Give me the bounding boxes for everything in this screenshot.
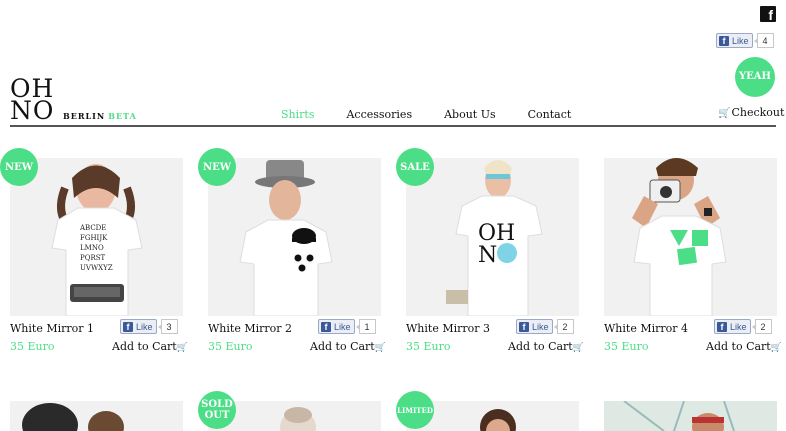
nav-about-us[interactable]: About Us xyxy=(444,108,496,121)
svg-text:ABCDE: ABCDE xyxy=(79,224,106,232)
product-name-1[interactable]: White Mirror 1 xyxy=(10,322,94,335)
cart-icon: 🛒 xyxy=(718,108,731,119)
add-to-cart-label: Add to Cart xyxy=(310,340,375,353)
like-count: 4 xyxy=(753,33,774,48)
header-divider xyxy=(10,125,776,127)
facebook-like-button[interactable]: f Like xyxy=(716,33,753,48)
product-name-3[interactable]: White Mirror 3 xyxy=(406,322,490,335)
svg-text:UVWXYZ: UVWXYZ xyxy=(80,264,113,272)
product-image-4[interactable] xyxy=(604,158,777,316)
product-image-1[interactable]: ABCDE FGHIJK LMNO PQRST UVWXYZ xyxy=(10,158,183,316)
product-badge-6: SOLD OUT xyxy=(198,391,236,429)
product-like-widget-1[interactable]: f Like 3 xyxy=(120,319,178,334)
nav-contact[interactable]: Contact xyxy=(528,108,572,121)
facebook-like-button[interactable]: f Like xyxy=(516,319,553,334)
svg-text:LMNO: LMNO xyxy=(80,244,104,252)
product-badge-3: SALE xyxy=(396,148,434,186)
add-to-cart-1[interactable]: Add to Cart🛒 xyxy=(112,340,188,353)
product-badge-7: LIMITED xyxy=(396,391,434,429)
like-count: 3 xyxy=(157,319,178,334)
product-price-3: 35 Euro xyxy=(406,340,451,353)
product-image-3[interactable]: OH N xyxy=(406,158,579,316)
add-to-cart-label: Add to Cart xyxy=(508,340,573,353)
svg-text:FGHIJK: FGHIJK xyxy=(80,234,108,242)
logo-city: BERLIN xyxy=(63,111,106,121)
nav-shirts[interactable]: Shirts xyxy=(281,108,314,121)
product-badge-2: NEW xyxy=(198,148,236,186)
product-like-widget-2[interactable]: f Like 1 xyxy=(318,319,376,334)
add-to-cart-label: Add to Cart xyxy=(706,340,771,353)
svg-text:N: N xyxy=(478,243,497,268)
product-name-2[interactable]: White Mirror 2 xyxy=(208,322,292,335)
like-label: Like xyxy=(730,321,747,332)
product-price-2: 35 Euro xyxy=(208,340,253,353)
logo-subtitle: BERLIN BETA xyxy=(63,111,137,121)
facebook-like-button[interactable]: f Like xyxy=(318,319,355,334)
main-nav: Shirts Accessories About Us Contact xyxy=(281,108,603,121)
like-label: Like xyxy=(532,321,549,332)
svg-text:PQRST: PQRST xyxy=(80,254,106,262)
facebook-like-button[interactable]: f Like xyxy=(714,319,751,334)
cart-icon: 🛒 xyxy=(572,343,584,353)
product-image-5[interactable] xyxy=(10,401,183,431)
checkout-label: Checkout xyxy=(731,106,785,119)
add-to-cart-4[interactable]: Add to Cart🛒 xyxy=(706,340,782,353)
product-name-4[interactable]: White Mirror 4 xyxy=(604,322,688,335)
nav-accessories[interactable]: Accessories xyxy=(346,108,412,121)
facebook-f-icon: f xyxy=(519,321,529,332)
product-image-8[interactable] xyxy=(604,401,777,431)
add-to-cart-3[interactable]: Add to Cart🛒 xyxy=(508,340,584,353)
product-badge-1: NEW xyxy=(0,148,38,186)
product-price-4: 35 Euro xyxy=(604,340,649,353)
facebook-f-icon: f xyxy=(719,35,729,46)
cart-icon: 🛒 xyxy=(770,343,782,353)
like-count: 2 xyxy=(553,319,574,334)
product-like-widget-4[interactable]: f Like 2 xyxy=(714,319,772,334)
logo-beta: BETA xyxy=(108,111,137,121)
cart-icon: 🛒 xyxy=(374,343,386,353)
yeah-badge[interactable]: YEAH xyxy=(735,57,775,97)
add-to-cart-label: Add to Cart xyxy=(112,340,177,353)
facebook-icon[interactable]: f xyxy=(760,6,776,23)
product-image-2[interactable] xyxy=(208,158,381,316)
facebook-like-widget[interactable]: f Like 4 xyxy=(716,33,774,48)
checkout-link[interactable]: 🛒Checkout xyxy=(718,106,784,119)
facebook-f-icon: f xyxy=(717,321,727,332)
product-price-1: 35 Euro xyxy=(10,340,55,353)
product-like-widget-3[interactable]: f Like 2 xyxy=(516,319,574,334)
logo-line-no[interactable]: NO xyxy=(10,98,54,123)
cart-icon: 🛒 xyxy=(176,343,188,353)
like-label: Like xyxy=(136,321,153,332)
facebook-f-icon: f xyxy=(123,321,133,332)
facebook-f-icon: f xyxy=(321,321,331,332)
like-count: 1 xyxy=(355,319,376,334)
like-label: Like xyxy=(732,35,749,46)
add-to-cart-2[interactable]: Add to Cart🛒 xyxy=(310,340,386,353)
facebook-like-button[interactable]: f Like xyxy=(120,319,157,334)
like-label: Like xyxy=(334,321,351,332)
like-count: 2 xyxy=(751,319,772,334)
